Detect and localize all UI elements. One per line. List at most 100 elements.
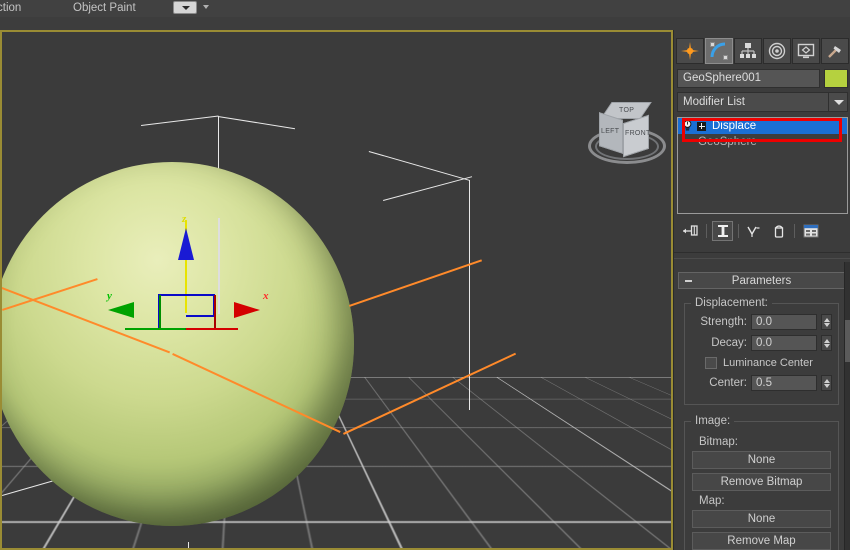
wireframe-line (368, 151, 470, 182)
create-tab[interactable] (676, 38, 704, 64)
displacement-group-title: Displacement: (691, 297, 772, 309)
monitor-icon (797, 43, 815, 59)
display-tab[interactable] (792, 38, 820, 64)
view-cube-front-label: FRONT (625, 130, 651, 137)
motion-tab[interactable] (763, 38, 791, 64)
menu-item-object-paint[interactable]: Object Paint (73, 0, 136, 16)
parameters-rollout-header[interactable]: Parameters (678, 272, 845, 289)
viewport-border: y x z TOP LEFT FRONT (0, 30, 673, 550)
wireframe-line (141, 115, 219, 127)
configure-sets-icon (803, 224, 818, 238)
axis-x-label: x (263, 290, 269, 302)
strength-input[interactable]: 0.0 (751, 314, 817, 330)
luminance-center-row: Luminance Center (705, 357, 832, 369)
stack-item-label: Displace (712, 120, 757, 132)
toolbar-separator (706, 224, 707, 238)
bitmap-label: Bitmap: (699, 436, 738, 448)
displacement-group: Displacement: Strength: 0.0 Decay: 0.0 L… (684, 297, 839, 405)
parameters-rollout-title: Parameters (731, 275, 792, 287)
expand-modifier-icon[interactable] (697, 121, 706, 131)
modify-tab[interactable] (705, 38, 733, 64)
modifier-list-label: Modifier List (683, 96, 745, 108)
show-result-icon (717, 225, 728, 237)
luminance-center-label: Luminance Center (723, 357, 813, 369)
tripod-box-edge (214, 295, 216, 330)
lightbulb-icon[interactable] (682, 120, 693, 132)
object-name-row: GeoSphere001 (677, 69, 848, 88)
map-label: Map: (699, 495, 725, 507)
configure-sets-button[interactable] (800, 221, 821, 241)
view-cube[interactable]: TOP LEFT FRONT (582, 94, 671, 172)
center-label: Center: (709, 377, 747, 389)
dropdown-swatch-icon[interactable] (173, 1, 197, 14)
wireframe-line (188, 542, 190, 548)
decay-label: Decay: (711, 337, 747, 349)
perspective-viewport[interactable]: y x z TOP LEFT FRONT (2, 32, 671, 548)
app-window: Selection Object Paint (0, 0, 850, 550)
image-group-title: Image: (691, 415, 735, 427)
stack-item-label: GeoSphere (698, 136, 757, 148)
make-unique-button[interactable] (744, 221, 765, 241)
tripod-box-edge (158, 294, 214, 296)
axis-x-arrowhead (234, 302, 260, 318)
toolbar-separator (794, 224, 795, 238)
remove-map-button[interactable]: Remove Map (692, 532, 831, 550)
decay-spinner[interactable] (821, 335, 832, 351)
map-none-button[interactable]: None (692, 510, 831, 528)
center-input[interactable]: 0.5 (751, 375, 817, 391)
strength-row: Strength: 0.0 (691, 314, 832, 330)
view-cube-left-label: LEFT (601, 128, 620, 135)
show-end-result-button[interactable] (712, 221, 733, 241)
modifier-list-dropdown[interactable]: Modifier List (677, 92, 848, 112)
hierarchy-tab[interactable] (734, 38, 762, 64)
parameters-rollout-body: Displacement: Strength: 0.0 Decay: 0.0 L… (678, 289, 845, 550)
utilities-tab[interactable] (821, 38, 849, 64)
arc-icon (710, 42, 728, 60)
trash-icon (774, 225, 783, 238)
pin-icon (683, 225, 698, 236)
scrollbar-thumb[interactable] (845, 320, 850, 362)
wheel-icon (768, 42, 786, 60)
decay-input[interactable]: 0.0 (751, 335, 817, 351)
remove-modifier-button[interactable] (768, 221, 789, 241)
tripod-vertical-white (218, 218, 220, 314)
panel-divider (674, 252, 850, 253)
stack-item-displace[interactable]: Displace (678, 118, 847, 134)
axis-y-shaft (125, 328, 185, 330)
axis-x-shaft (186, 328, 238, 330)
axis-z-label: z (182, 213, 187, 225)
make-unique-icon (747, 226, 760, 237)
tripod-box-edge (159, 295, 161, 330)
parameters-rollout: Parameters Displacement: Strength: 0.0 D… (678, 272, 845, 550)
command-panel: GeoSphere001 Modifier List Displace GeoS… (673, 30, 850, 550)
object-color-swatch[interactable] (824, 69, 848, 88)
pin-stack-button[interactable] (680, 221, 701, 241)
center-spinner[interactable] (821, 375, 832, 391)
menu-bar-lower-strip (0, 17, 850, 30)
modifier-stack[interactable]: Displace GeoSphere (677, 117, 848, 214)
hierarchy-icon (740, 43, 756, 58)
bitmap-none-button[interactable]: None (692, 451, 831, 469)
command-panel-scrollbar[interactable] (844, 262, 850, 550)
chevron-down-icon[interactable] (828, 93, 847, 111)
object-name-input[interactable]: GeoSphere001 (677, 69, 820, 88)
axis-y-label: y (107, 290, 112, 302)
luminance-center-checkbox[interactable] (705, 357, 717, 369)
view-cube-top-label: TOP (619, 107, 635, 114)
minus-icon[interactable] (685, 280, 692, 282)
image-group: Image: Bitmap: None Remove Bitmap Map: N… (684, 415, 839, 550)
strength-spinner[interactable] (821, 314, 832, 330)
axis-z-arrowhead (178, 228, 194, 260)
tripod-box-edge (186, 315, 214, 317)
displace-gizmo-edge (349, 259, 482, 307)
star-icon (681, 42, 699, 60)
menu-item-selection[interactable]: Selection (0, 0, 21, 16)
axis-y-arrowhead (108, 302, 134, 318)
decay-row: Decay: 0.0 (691, 335, 832, 351)
wireframe-line (383, 176, 473, 202)
remove-bitmap-button[interactable]: Remove Bitmap (692, 473, 831, 491)
menu-bar: Selection Object Paint (0, 0, 850, 30)
stack-item-geosphere[interactable]: GeoSphere (678, 134, 847, 150)
chevron-down-icon[interactable] (203, 5, 209, 9)
geosphere-object[interactable] (2, 162, 354, 526)
